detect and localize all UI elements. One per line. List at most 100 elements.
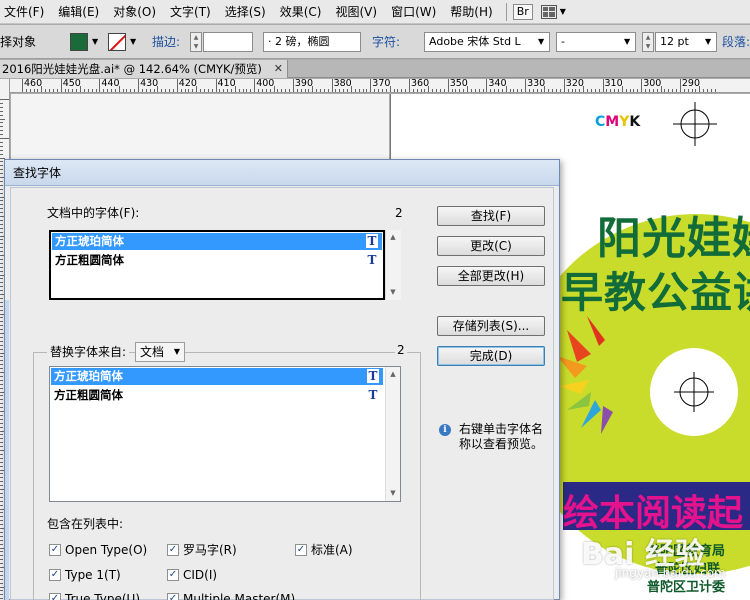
scroll-down-icon[interactable]: ▼ bbox=[386, 285, 400, 300]
list-item[interactable]: 方正琥珀简体 T bbox=[52, 233, 382, 250]
ruler-tick bbox=[0, 212, 3, 214]
checkbox-box[interactable]: ✓ bbox=[49, 544, 61, 556]
ruler-tick bbox=[664, 89, 666, 92]
checkbox-box[interactable]: ✓ bbox=[167, 544, 179, 556]
ruler-tick bbox=[645, 89, 647, 92]
font-size-dropdown-icon[interactable]: ▼ bbox=[705, 33, 711, 51]
arrange-documents-icon[interactable] bbox=[540, 4, 557, 19]
menu-edit[interactable]: 编辑(E) bbox=[51, 0, 106, 24]
list-item[interactable]: 方正粗圆简体 T bbox=[51, 387, 383, 404]
scroll-up-icon[interactable]: ▲ bbox=[386, 230, 400, 245]
font-family-dropdown-icon[interactable]: ▼ bbox=[538, 33, 544, 51]
ruler-tick bbox=[0, 231, 3, 233]
checkbox-box[interactable]: ✓ bbox=[49, 569, 61, 581]
ruler-tick bbox=[459, 89, 461, 92]
ruler-tick bbox=[509, 89, 511, 92]
replace-fonts-count: 2 bbox=[395, 342, 407, 358]
ruler-tick bbox=[0, 239, 3, 241]
ruler-tick bbox=[587, 89, 589, 92]
document-fonts-list[interactable]: 方正琥珀简体 T 方正粗圆简体 T bbox=[49, 230, 385, 300]
stroke-weight-stepper[interactable]: ▲ ▼ bbox=[190, 32, 202, 52]
fill-swatch[interactable] bbox=[70, 33, 88, 51]
ruler-tick bbox=[0, 258, 3, 260]
ruler-tick bbox=[145, 89, 147, 92]
menu-help[interactable]: 帮助(H) bbox=[443, 0, 499, 24]
ruler-tick bbox=[0, 153, 3, 155]
ruler-tick bbox=[176, 79, 178, 92]
change-all-button[interactable]: 全部更改(H) bbox=[437, 266, 545, 286]
checkbox-box[interactable]: ✓ bbox=[167, 569, 179, 581]
fill-dropdown-icon[interactable]: ▼ bbox=[92, 33, 98, 51]
ruler-tick bbox=[633, 89, 635, 92]
ruler-tick bbox=[482, 89, 484, 92]
ruler-tick bbox=[0, 543, 3, 545]
ruler-tick bbox=[203, 89, 205, 92]
ruler-tick bbox=[656, 89, 658, 92]
list-item[interactable]: 方正琥珀简体 T bbox=[51, 368, 383, 385]
ruler-tick bbox=[0, 278, 3, 280]
save-list-button[interactable]: 存储列表(S)... bbox=[437, 316, 545, 336]
chevron-down-icon[interactable]: ▼ bbox=[560, 7, 566, 16]
ruler-tick bbox=[289, 89, 291, 92]
done-button[interactable]: 完成(D) bbox=[437, 346, 545, 366]
paragraph-label[interactable]: 段落: bbox=[722, 33, 750, 51]
checkbox-box[interactable]: ✓ bbox=[167, 593, 179, 600]
ruler-tick bbox=[621, 86, 623, 92]
variable-width-profile[interactable]: · 2 磅，椭圆 bbox=[263, 32, 361, 52]
ruler-tick bbox=[0, 173, 3, 175]
truetype-icon: T bbox=[367, 253, 377, 267]
document-fonts-scrollbar[interactable]: ▲ ▼ bbox=[385, 230, 401, 300]
checkbox-box[interactable]: ✓ bbox=[295, 544, 307, 556]
opentype-checkbox[interactable]: ✓ Open Type(O) bbox=[49, 543, 147, 557]
ruler-tick-label: 460 bbox=[24, 79, 43, 89]
ruler-tick bbox=[0, 317, 3, 319]
standard-checkbox[interactable]: ✓ 标准(A) bbox=[295, 543, 353, 557]
find-button[interactable]: 查找(F) bbox=[437, 206, 545, 226]
replace-fonts-list[interactable]: 方正琥珀简体 T 方正粗圆简体 T ▲ ▼ bbox=[49, 366, 401, 502]
dialog-title[interactable]: 查找字体 bbox=[5, 160, 559, 186]
type1-checkbox[interactable]: ✓ Type 1(T) bbox=[49, 568, 121, 582]
truetype-checkbox[interactable]: ✓ True Type(U) bbox=[49, 592, 140, 600]
roman-checkbox[interactable]: ✓ 罗马字(R) bbox=[167, 543, 237, 557]
stroke-dropdown-icon[interactable]: ▼ bbox=[130, 33, 136, 51]
ruler-tick bbox=[625, 89, 627, 92]
checkbox-box[interactable]: ✓ bbox=[49, 593, 61, 600]
menu-object[interactable]: 对象(O) bbox=[106, 0, 163, 24]
ruler-tick bbox=[130, 89, 132, 92]
ruler-tick bbox=[0, 516, 3, 518]
stroke-weight-field[interactable] bbox=[203, 32, 253, 52]
ruler-tick bbox=[0, 204, 3, 206]
menu-window[interactable]: 窗口(W) bbox=[384, 0, 443, 24]
document-fonts-count: 2 bbox=[395, 206, 403, 220]
stroke-label[interactable]: 描边: bbox=[152, 33, 180, 51]
multiple-master-checkbox[interactable]: ✓ Multiple Master(M) bbox=[167, 592, 295, 600]
dialog-resize-edge[interactable] bbox=[5, 300, 9, 600]
font-style-dropdown-icon[interactable]: ▼ bbox=[624, 33, 630, 51]
font-size-stepper[interactable]: ▲ ▼ bbox=[642, 32, 654, 52]
checkbox-label: True Type(U) bbox=[65, 592, 141, 600]
scroll-up-icon[interactable]: ▲ bbox=[386, 367, 400, 382]
character-label[interactable]: 字符: bbox=[372, 33, 400, 51]
ruler-tick bbox=[37, 89, 39, 92]
stroke-none-swatch[interactable] bbox=[108, 33, 126, 51]
list-item[interactable]: 方正粗圆简体 T bbox=[52, 252, 382, 269]
font-family-field[interactable]: Adobe 宋体 Std L bbox=[424, 32, 550, 52]
replace-source-select[interactable]: 文档 ▼ bbox=[135, 342, 185, 362]
document-tab[interactable]: 2016阳光娃娃光盘.ai* @ 142.64% (CMYK/预览) ✕ bbox=[0, 60, 288, 78]
ruler-tick bbox=[590, 89, 592, 92]
horizontal-ruler[interactable]: 460 450 440 430 420 410 400 390 380 370 360 350 340 3… bbox=[10, 79, 750, 93]
scroll-down-icon[interactable]: ▼ bbox=[386, 486, 400, 501]
menu-select[interactable]: 选择(S) bbox=[218, 0, 273, 24]
bridge-button[interactable]: Br bbox=[512, 3, 533, 20]
menu-file[interactable]: 文件(F) bbox=[0, 0, 51, 24]
menu-effect[interactable]: 效果(C) bbox=[273, 0, 329, 24]
menu-type[interactable]: 文字(T) bbox=[163, 0, 218, 24]
cid-checkbox[interactable]: ✓ CID(I) bbox=[167, 568, 217, 582]
replace-fonts-scrollbar[interactable]: ▲ ▼ bbox=[385, 367, 400, 501]
change-button[interactable]: 更改(C) bbox=[437, 236, 545, 256]
menu-view[interactable]: 视图(V) bbox=[328, 0, 384, 24]
document-tab-bar: 2016阳光娃娃光盘.ai* @ 142.64% (CMYK/预览) ✕ bbox=[0, 60, 750, 78]
close-icon[interactable]: ✕ bbox=[274, 60, 283, 78]
ruler-tick bbox=[157, 86, 159, 92]
ruler-tick-label: 360 bbox=[411, 79, 430, 89]
